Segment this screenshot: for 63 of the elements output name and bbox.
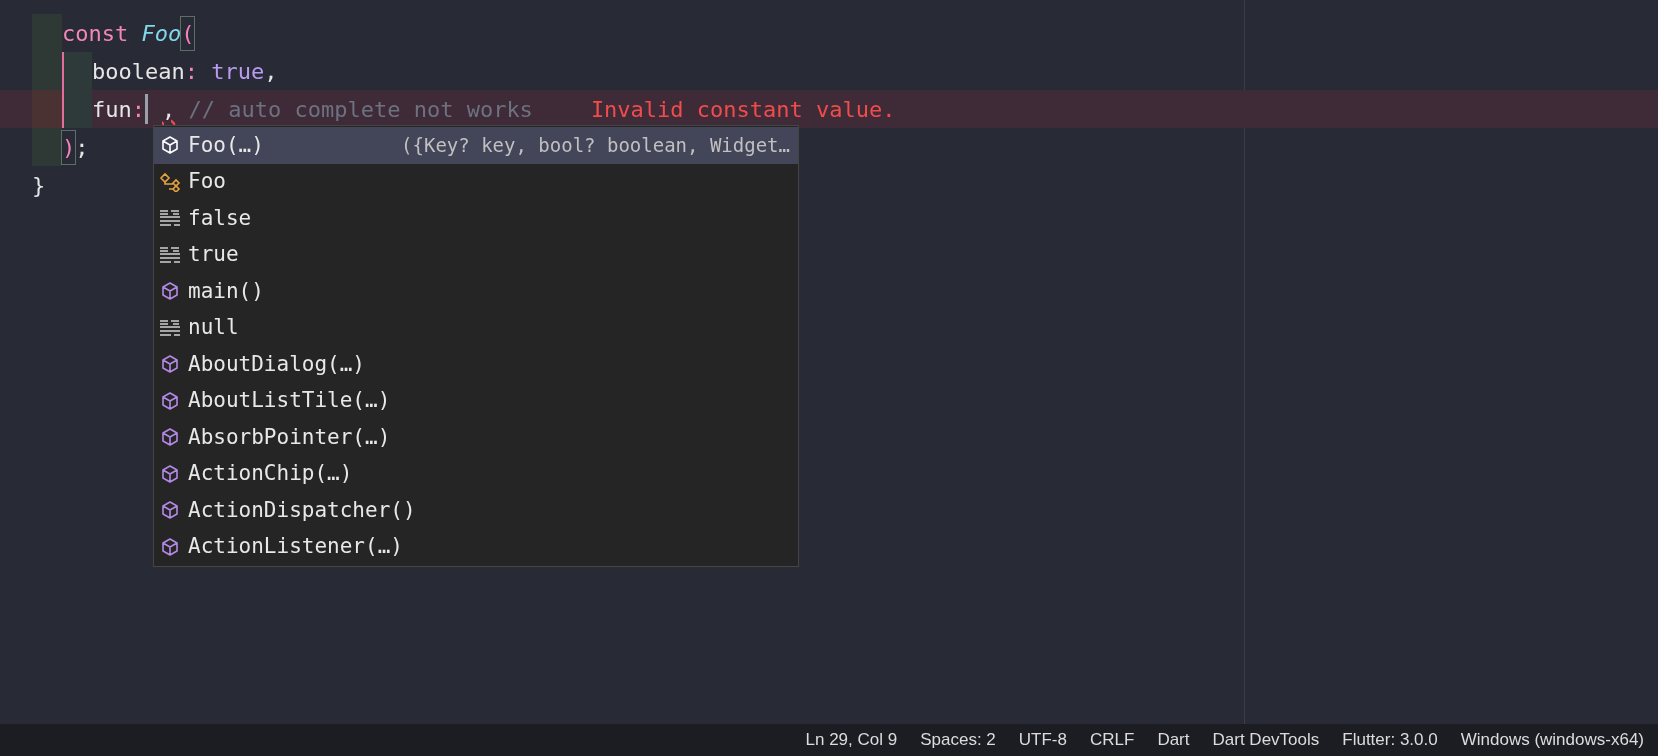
code-token: boolean — [92, 57, 185, 86]
suggestion-label: AbsorbPointer(…) — [188, 423, 391, 451]
suggestion-label: main() — [188, 277, 264, 305]
cube-icon — [160, 536, 180, 557]
keyword-icon — [159, 318, 181, 337]
suggestion-label: ActionChip(…) — [188, 460, 353, 487]
code-token: , — [264, 57, 278, 86]
class-icon — [159, 171, 181, 192]
keyword-icon — [159, 245, 181, 264]
suggestion-item[interactable]: AboutDialog(…) — [154, 346, 798, 383]
status-item[interactable]: Windows (windows-x64) — [1460, 727, 1644, 753]
error-message: Invalid constant value. — [590, 95, 896, 124]
cube-icon — [160, 463, 180, 484]
suggestion-item[interactable]: null — [154, 309, 798, 346]
code-token: fun — [92, 95, 132, 124]
code-token: : — [184, 57, 198, 86]
suggestion-item[interactable]: ActionChip(…) — [154, 455, 798, 492]
text-cursor — [145, 94, 148, 124]
suggestion-label: Foo(…) — [188, 131, 264, 159]
suggestion-item[interactable]: ActionDispatcher() — [154, 492, 798, 529]
suggestion-item[interactable]: false — [154, 200, 798, 237]
suggestion-label: true — [188, 241, 239, 268]
suggestion-detail: ({Key? key, bool? boolean, Widget… — [401, 133, 791, 158]
cube-icon — [160, 354, 180, 375]
cube-icon — [160, 500, 180, 521]
code-token: // auto complete not works — [187, 95, 533, 124]
code-token: ) — [62, 130, 76, 164]
suggestion-item[interactable]: AboutListTile(…) — [154, 382, 798, 419]
code-token: const — [62, 19, 129, 48]
suggestion-label: false — [188, 204, 252, 232]
suggestion-item[interactable]: main() — [154, 273, 798, 310]
cube-icon — [160, 281, 180, 302]
suggestion-label: AboutListTile(…) — [188, 387, 391, 414]
keyword-icon — [159, 209, 181, 228]
code-token: ( — [181, 16, 195, 50]
status-item[interactable]: Dart — [1157, 727, 1190, 753]
code-token: true — [210, 57, 265, 86]
code-token: : — [131, 95, 145, 124]
status-item[interactable]: Ln 29, Col 9 — [805, 727, 898, 753]
status-item[interactable]: Dart DevTools — [1212, 727, 1320, 753]
code-token: Foo — [140, 19, 182, 48]
status-item[interactable]: CRLF — [1090, 727, 1135, 753]
suggestion-item[interactable]: Foo — [154, 163, 798, 200]
cube-icon — [160, 427, 180, 448]
suggestion-item[interactable]: ActionListener(…) — [154, 528, 798, 565]
status-item[interactable]: UTF-8 — [1018, 727, 1067, 753]
suggestion-label: ActionListener(…) — [188, 533, 403, 560]
indent-guide — [62, 90, 92, 128]
code-token: } — [32, 171, 46, 200]
status-item[interactable]: Flutter: 3.0.0 — [1342, 727, 1438, 753]
code-token: , — [162, 95, 176, 124]
suggestion-item[interactable]: true — [154, 236, 798, 273]
suggestion-item[interactable]: AbsorbPointer(…) — [154, 419, 798, 456]
suggestion-label: ActionDispatcher() — [188, 496, 416, 524]
suggestion-label: Foo — [188, 168, 226, 195]
suggestion-label: AboutDialog(…) — [188, 350, 365, 378]
indent-guide — [62, 52, 92, 90]
suggestion-label: null — [188, 314, 239, 341]
code-token: ; — [75, 133, 89, 162]
cube-icon — [160, 390, 180, 411]
cube-icon — [160, 135, 180, 156]
status-item[interactable]: Spaces: 2 — [920, 727, 996, 753]
suggestion-item[interactable]: Foo(…) ({Key? key, bool? boolean, Widget… — [154, 127, 798, 164]
